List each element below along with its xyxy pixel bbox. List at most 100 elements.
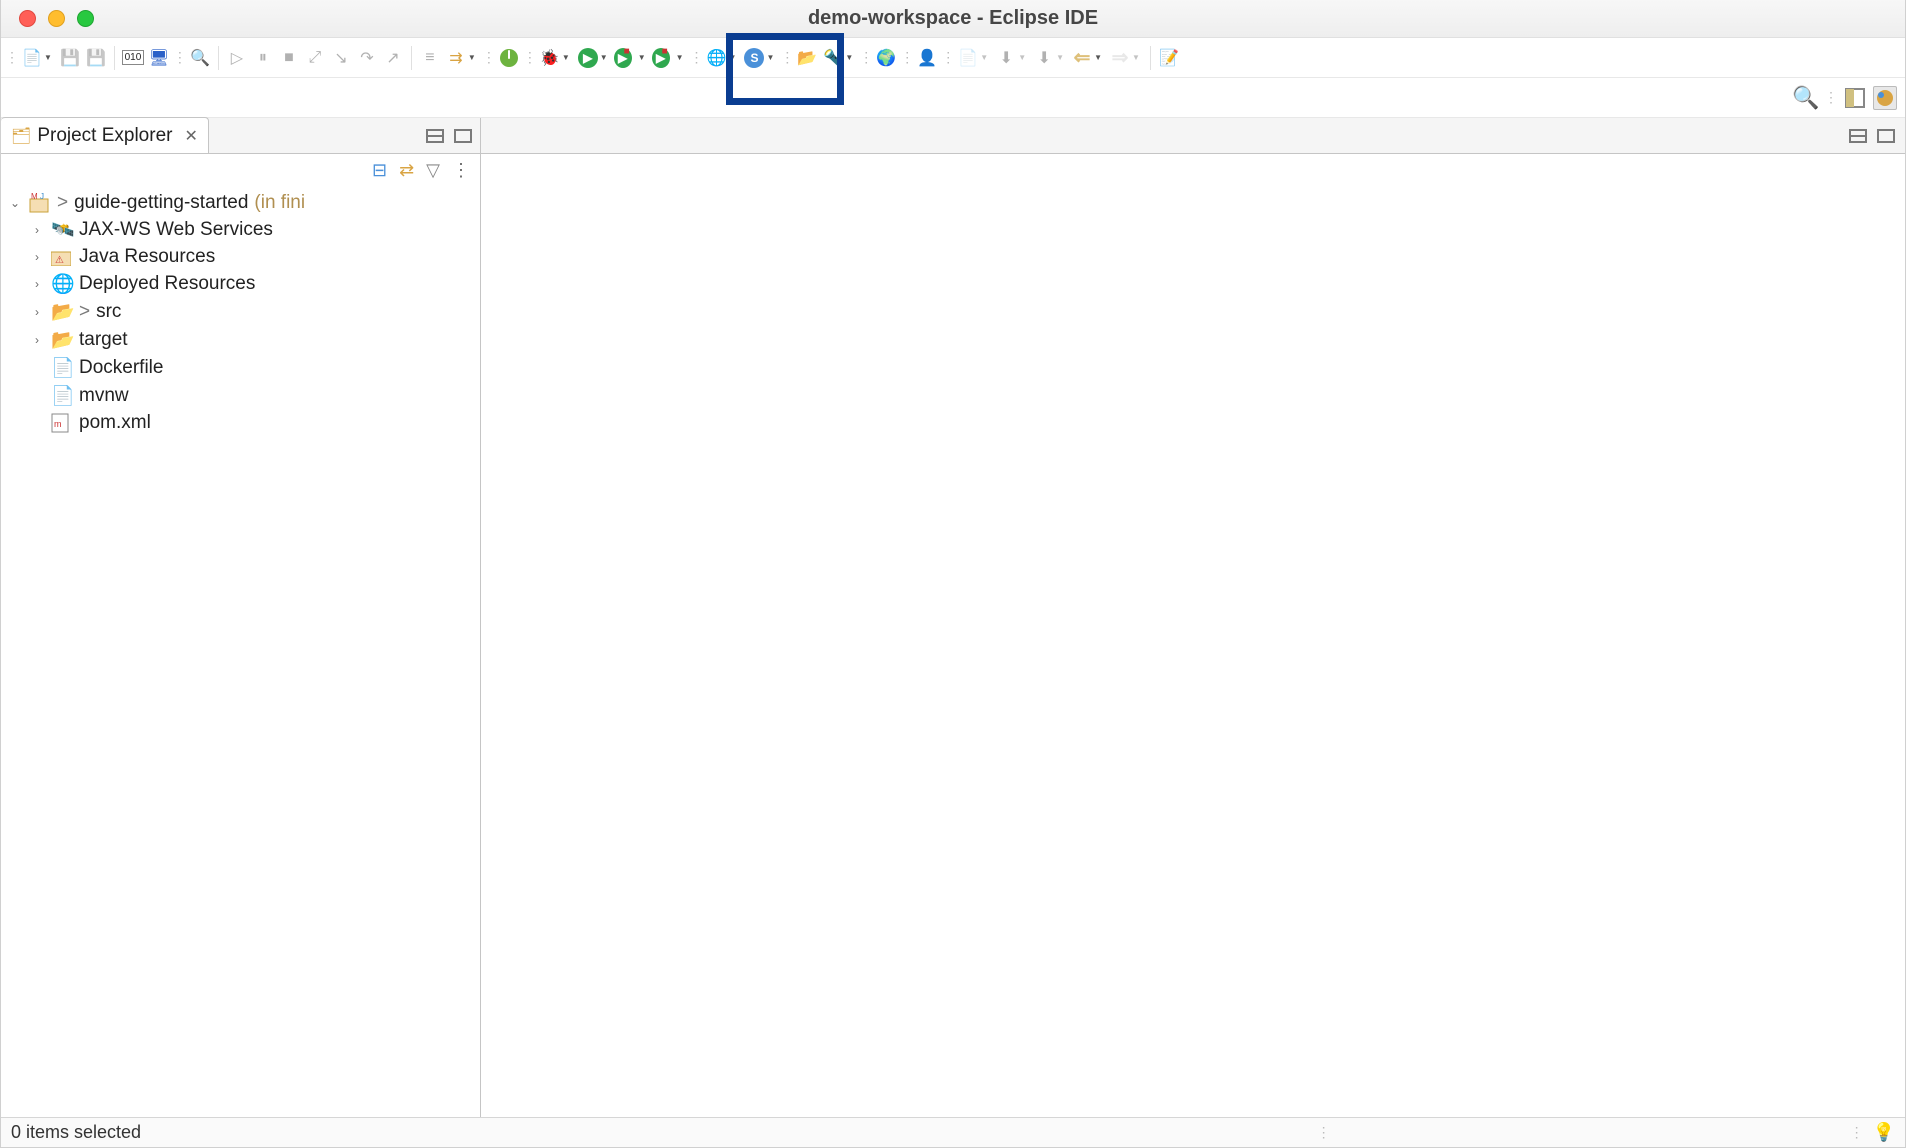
toolbar-grip-icon: ⋮ bbox=[1824, 89, 1835, 106]
dropdown-arrow-icon[interactable]: ▼ bbox=[600, 53, 608, 62]
expand-toggle-icon[interactable]: › bbox=[29, 277, 45, 291]
editor-tabrow bbox=[481, 118, 1905, 154]
run-last-button[interactable]: ▶■ bbox=[652, 46, 676, 70]
close-window-button[interactable] bbox=[19, 10, 36, 27]
debug-button[interactable]: 🐞 bbox=[538, 46, 562, 70]
dropdown-arrow-icon[interactable]: ▼ bbox=[638, 53, 646, 62]
node-label: JAX-WS Web Services bbox=[79, 219, 273, 241]
dropdown-arrow-icon[interactable]: ▼ bbox=[845, 53, 853, 62]
project-explorer-tab[interactable]: 🗂 Project Explorer ✕ bbox=[1, 117, 209, 153]
dropdown-arrow-icon[interactable]: ▼ bbox=[1094, 53, 1102, 62]
toolbar-grip-icon: ⋮ bbox=[5, 49, 16, 66]
view-menu-icon[interactable]: ⋮ bbox=[452, 160, 470, 181]
tree-node-target[interactable]: › 📂 target bbox=[1, 326, 480, 354]
tree-node-mvnw[interactable]: 📄 mvnw bbox=[1, 382, 480, 410]
pin-editor-button[interactable]: 📝 bbox=[1157, 46, 1181, 70]
maximize-window-button[interactable] bbox=[77, 10, 94, 27]
web-button[interactable]: 🌍 bbox=[874, 46, 898, 70]
skip-breakpoints-button[interactable]: ⇉ bbox=[444, 46, 468, 70]
deployed-resources-icon: 🌐 bbox=[51, 272, 73, 296]
minimize-view-button[interactable] bbox=[426, 129, 444, 143]
dropdown-arrow-icon: ▼ bbox=[1018, 53, 1026, 62]
tree-node-src[interactable]: › 📂 > src bbox=[1, 298, 480, 326]
webservice-icon: 🛰️ bbox=[51, 218, 73, 242]
dropdown-arrow-icon: ▼ bbox=[1132, 53, 1140, 62]
expand-toggle-icon[interactable]: ⌄ bbox=[7, 196, 23, 210]
pause-button: ⏸ bbox=[251, 46, 275, 70]
open-perspective-button[interactable] bbox=[1843, 86, 1867, 110]
project-explorer-icon: 🗂 bbox=[11, 126, 31, 146]
maximize-editor-button[interactable] bbox=[1877, 129, 1895, 143]
save-all-button: 💾 bbox=[84, 46, 108, 70]
project-name: guide-getting-started bbox=[74, 192, 248, 214]
search-button[interactable]: 🔦 bbox=[821, 46, 845, 70]
close-tab-icon[interactable]: ✕ bbox=[184, 126, 197, 146]
expand-toggle-icon[interactable]: › bbox=[29, 250, 45, 264]
window-title: demo-workspace - Eclipse IDE bbox=[808, 7, 1098, 30]
expand-toggle-icon[interactable]: › bbox=[29, 305, 45, 319]
project-explorer-toolbar: ⊟ ⇄ ▽ ⋮ bbox=[1, 154, 480, 186]
expand-toggle-icon[interactable]: › bbox=[29, 223, 45, 237]
new-wizard-button: 📄 bbox=[956, 46, 980, 70]
titlebar: demo-workspace - Eclipse IDE bbox=[1, 0, 1905, 38]
svg-text:m: m bbox=[54, 419, 62, 429]
git-marker: > bbox=[79, 301, 90, 323]
stop-button: ■ bbox=[277, 46, 301, 70]
external-tools-button[interactable]: 🌐 bbox=[705, 46, 729, 70]
tree-node-pom[interactable]: m pom.xml bbox=[1, 410, 480, 436]
tab-title: Project Explorer bbox=[37, 125, 172, 147]
tree-node-jaxws[interactable]: › 🛰️ JAX-WS Web Services bbox=[1, 216, 480, 244]
node-label: Java Resources bbox=[79, 246, 215, 268]
binary-editor-button[interactable]: 010 bbox=[121, 46, 145, 70]
node-label: Deployed Resources bbox=[79, 273, 255, 295]
dropdown-arrow-icon[interactable]: ▼ bbox=[676, 53, 684, 62]
git-marker: > bbox=[57, 192, 68, 214]
coverage-button[interactable]: ▶■ bbox=[614, 46, 638, 70]
collapse-all-icon[interactable]: ⊟ bbox=[372, 160, 387, 181]
view-controls bbox=[426, 129, 480, 143]
filter-icon[interactable]: ▽ bbox=[426, 160, 440, 181]
spring-boot-dashboard-button[interactable] bbox=[497, 46, 521, 70]
dropdown-arrow-icon[interactable]: ▼ bbox=[729, 53, 737, 62]
expand-toggle-icon[interactable]: › bbox=[29, 333, 45, 347]
quick-search-button[interactable]: 🔍 bbox=[1794, 86, 1818, 110]
open-type-button[interactable]: 📂 bbox=[795, 46, 819, 70]
minimize-window-button[interactable] bbox=[48, 10, 65, 27]
svg-text:⚠: ⚠ bbox=[55, 255, 64, 266]
traffic-lights bbox=[1, 10, 94, 27]
dropdown-arrow-icon[interactable]: ▼ bbox=[766, 53, 774, 62]
back-button[interactable]: ⇐ bbox=[1070, 46, 1094, 70]
dropdown-arrow-icon: ▼ bbox=[980, 53, 988, 62]
editor-empty-body bbox=[481, 154, 1905, 1117]
run-button[interactable]: ▶ bbox=[576, 46, 600, 70]
dropdown-arrow-icon[interactable]: ▼ bbox=[562, 53, 570, 62]
file-icon: 📄 bbox=[51, 356, 73, 380]
maximize-view-button[interactable] bbox=[454, 129, 472, 143]
zoom-button[interactable]: 🔍 bbox=[188, 46, 212, 70]
pin-button: ⬇ bbox=[994, 46, 1018, 70]
toolbar-grip-icon: ⋮ bbox=[780, 49, 791, 66]
forward-button[interactable]: ⇒ bbox=[1108, 46, 1132, 70]
minimize-editor-button[interactable] bbox=[1849, 129, 1867, 143]
nav-button: ⬇ bbox=[1032, 46, 1056, 70]
dropdown-arrow-icon[interactable]: ▼ bbox=[44, 53, 52, 62]
project-node[interactable]: ⌄ MJ > guide-getting-started (in fini bbox=[1, 190, 480, 216]
new-button[interactable]: 📄 bbox=[20, 46, 44, 70]
tree-node-dockerfile[interactable]: 📄 Dockerfile bbox=[1, 354, 480, 382]
dropdown-arrow-icon[interactable]: ▼ bbox=[468, 53, 476, 62]
tree-node-deployed[interactable]: › 🌐 Deployed Resources bbox=[1, 270, 480, 298]
server-button[interactable]: S bbox=[742, 46, 766, 70]
java-ee-perspective-button[interactable] bbox=[1873, 86, 1897, 110]
tree-node-java-resources[interactable]: › ⚠ Java Resources bbox=[1, 244, 480, 270]
folder-open-icon: 📂 bbox=[51, 328, 73, 352]
toolbar-grip-icon: ⋮ bbox=[523, 49, 534, 66]
task-button[interactable]: 👤 bbox=[915, 46, 939, 70]
tip-bulb-icon[interactable]: 💡 bbox=[1873, 1122, 1895, 1143]
console-button[interactable]: 🖥 bbox=[147, 46, 171, 70]
link-editor-icon[interactable]: ⇄ bbox=[399, 160, 414, 181]
resume-button: ▷ bbox=[225, 46, 249, 70]
separator-icon bbox=[1150, 46, 1151, 70]
project-suffix: (in fini bbox=[254, 192, 305, 214]
sidebar-tabrow: 🗂 Project Explorer ✕ bbox=[1, 118, 480, 154]
maven-java-project-icon: MJ bbox=[29, 193, 51, 213]
